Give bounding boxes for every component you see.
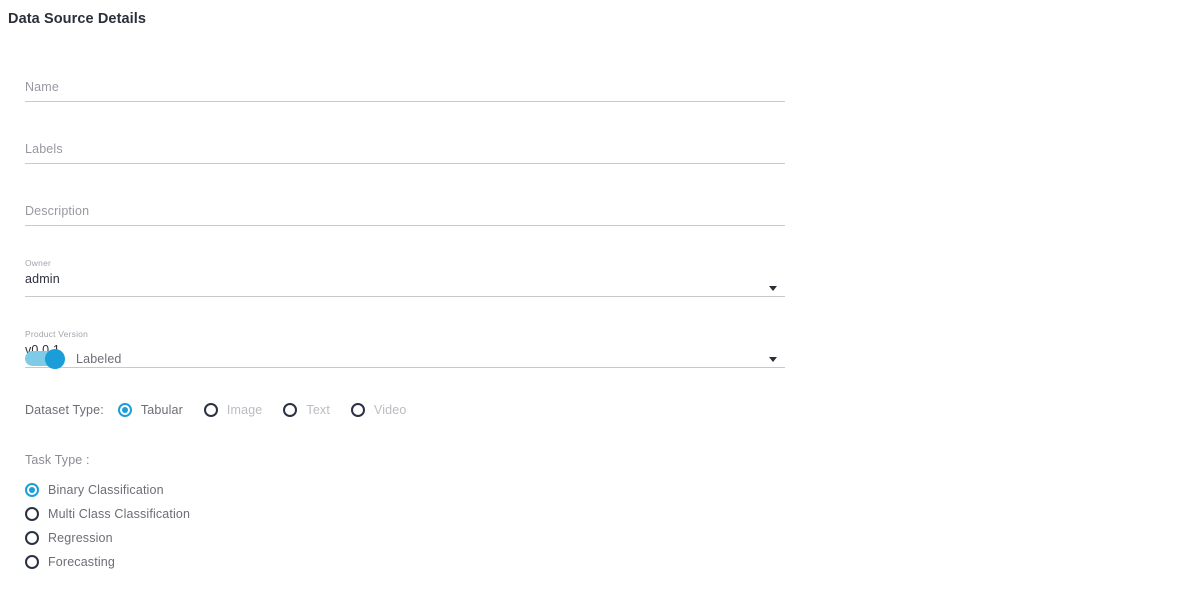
- task-type-option-label: Multi Class Classification: [48, 507, 191, 521]
- radio-icon[interactable]: [350, 403, 365, 417]
- product-version-select[interactable]: Product Version v0.0.1: [25, 327, 785, 368]
- dataset-type-group: Dataset Type: Tabular Image Text Video: [25, 403, 406, 417]
- dataset-type-group-label: Dataset Type:: [25, 403, 104, 417]
- labeled-toggle-row: Labeled: [25, 348, 122, 369]
- page-title: Data Source Details: [8, 11, 147, 27]
- dataset-type-option-label: Image: [226, 403, 263, 417]
- radio-icon[interactable]: [25, 555, 39, 569]
- toggle-knob: [45, 348, 65, 369]
- labeled-toggle[interactable]: [25, 348, 65, 369]
- task-type-option-multi-class-classification[interactable]: Multi Class Classification: [25, 502, 190, 526]
- dataset-type-option-label: Tabular: [140, 403, 183, 417]
- name-field[interactable]: Name: [25, 70, 785, 102]
- task-type-option-label: Regression: [48, 531, 113, 545]
- owner-value: admin: [25, 272, 60, 286]
- task-type-option-regression[interactable]: Regression: [25, 526, 190, 550]
- radio-icon[interactable]: [25, 483, 39, 497]
- task-type-option-forecasting[interactable]: Forecasting: [25, 550, 190, 574]
- radio-icon[interactable]: [117, 403, 132, 417]
- owner-select[interactable]: Owner admin: [25, 256, 785, 297]
- task-type-option-binary-classification[interactable]: Binary Classification: [25, 478, 190, 502]
- labels-field[interactable]: Labels: [25, 132, 785, 164]
- dataset-type-option-label: Video: [373, 403, 407, 417]
- dataset-type-option-text[interactable]: Text: [283, 403, 330, 417]
- task-type-option-label: Forecasting: [48, 555, 115, 569]
- dataset-type-option-label: Text: [306, 403, 330, 417]
- task-type-option-label: Binary Classification: [48, 483, 164, 497]
- product-version-label: Product Version: [25, 329, 89, 339]
- dataset-type-option-tabular[interactable]: Tabular: [117, 403, 183, 417]
- dataset-type-option-video[interactable]: Video: [350, 403, 407, 417]
- description-field[interactable]: Description: [25, 194, 785, 226]
- radio-icon[interactable]: [25, 507, 39, 521]
- dataset-type-option-image[interactable]: Image: [203, 403, 263, 417]
- chevron-down-icon[interactable]: [769, 357, 777, 362]
- owner-label: Owner: [25, 258, 52, 268]
- task-type-group-label: Task Type :: [25, 453, 90, 467]
- radio-icon[interactable]: [283, 403, 298, 417]
- data-source-form: Name Labels Description Owner admin Prod…: [25, 70, 785, 398]
- chevron-down-icon[interactable]: [769, 286, 777, 291]
- radio-icon[interactable]: [25, 531, 39, 545]
- labeled-toggle-label: Labeled: [76, 351, 122, 366]
- task-type-group: Task Type : Binary Classification Multi …: [25, 453, 190, 574]
- description-field-placeholder: Description: [25, 204, 90, 218]
- radio-icon[interactable]: [203, 403, 218, 417]
- labels-field-placeholder: Labels: [25, 142, 63, 156]
- name-field-placeholder: Name: [25, 80, 59, 94]
